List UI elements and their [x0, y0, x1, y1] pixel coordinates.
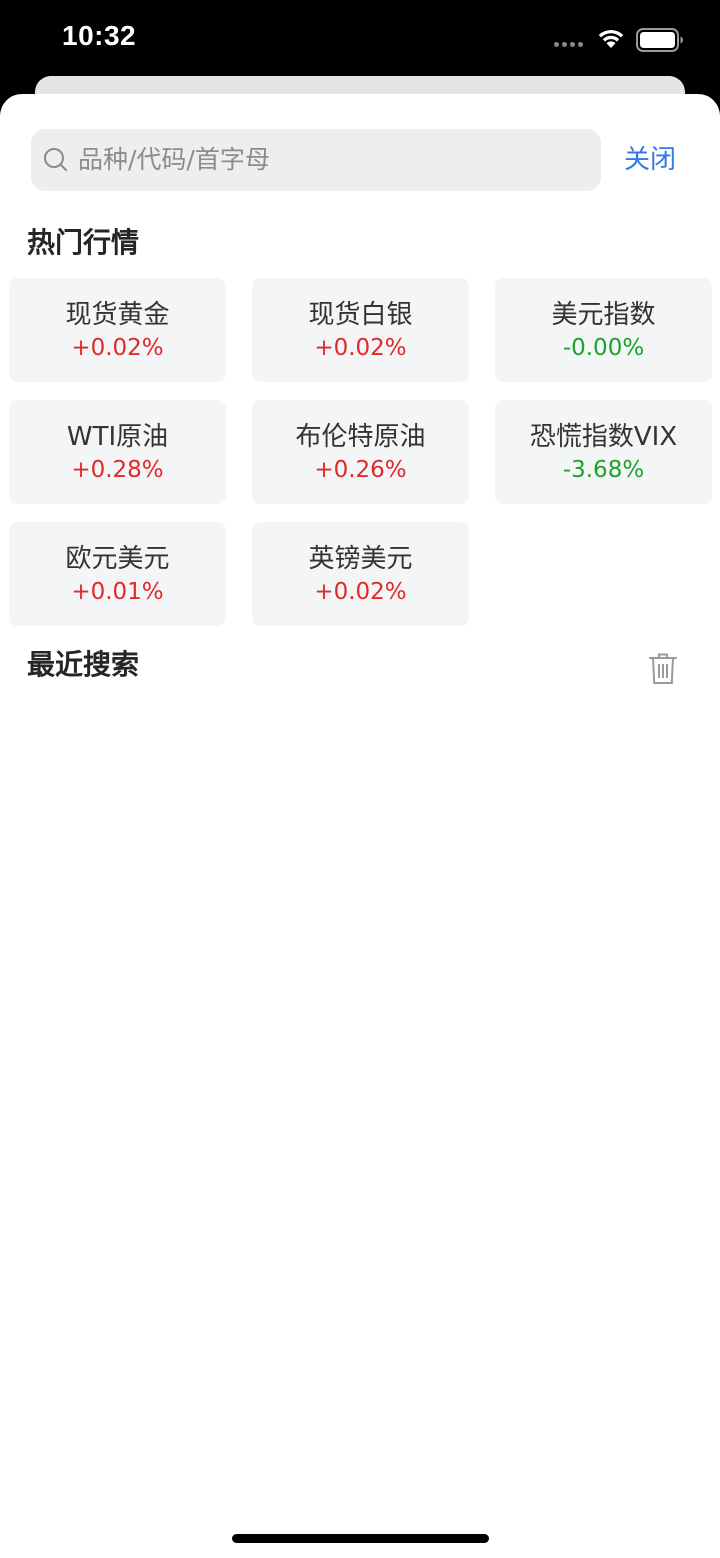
- quote-change: -3.68%: [562, 456, 645, 483]
- quote-tile[interactable]: 现货白银 +0.02%: [252, 278, 469, 382]
- quote-change: +0.02%: [314, 334, 407, 361]
- quote-change: -0.00%: [562, 334, 645, 361]
- quote-tile[interactable]: 布伦特原油 +0.26%: [252, 400, 469, 504]
- quote-name: 现货白银: [308, 299, 413, 330]
- quote-change: +0.26%: [314, 456, 407, 483]
- close-button[interactable]: 关闭: [624, 140, 676, 180]
- quote-change: +0.02%: [71, 334, 164, 361]
- quote-tile[interactable]: WTI原油 +0.28%: [9, 400, 226, 504]
- quote-name: 欧元美元: [65, 543, 170, 574]
- search-input[interactable]: 品种/代码/首字母: [31, 129, 601, 191]
- quote-name: 恐慌指数VIX: [529, 421, 678, 452]
- quote-change: +0.28%: [71, 456, 164, 483]
- quote-name: 布伦特原油: [295, 421, 426, 452]
- quote-name: 美元指数: [551, 299, 656, 330]
- recent-search-title: 最近搜索: [27, 648, 140, 681]
- search-sheet: 品种/代码/首字母 关闭 热门行情 现货黄金 +0.02% 现货白银 +0.02…: [0, 94, 720, 1558]
- quote-tile[interactable]: 恐慌指数VIX -3.68%: [495, 400, 712, 504]
- battery-icon: [636, 28, 683, 52]
- quote-tile[interactable]: 美元指数 -0.00%: [495, 278, 712, 382]
- status-bar: 10:32: [0, 0, 720, 80]
- hot-quotes-title: 热门行情: [27, 226, 140, 259]
- search-placeholder: 品种/代码/首字母: [78, 145, 270, 174]
- quote-tile[interactable]: 英镑美元 +0.02%: [252, 522, 469, 626]
- quote-change: +0.02%: [314, 578, 407, 605]
- home-indicator: [232, 1534, 489, 1543]
- quote-tile[interactable]: 欧元美元 +0.01%: [9, 522, 226, 626]
- quote-name: 现货黄金: [65, 299, 170, 330]
- screen: 10:32 品种/代码/首字母 关闭 热门行情 现货黄金 +0.02% 现货白银…: [0, 0, 720, 1558]
- hot-quotes-grid: 现货黄金 +0.02% 现货白银 +0.02% 美元指数 -0.00% WTI原…: [9, 278, 712, 626]
- quote-change: +0.01%: [71, 578, 164, 605]
- quote-name: 英镑美元: [308, 543, 413, 574]
- search-icon: [44, 148, 67, 171]
- quote-name: WTI原油: [66, 421, 169, 452]
- status-time: 10:32: [62, 20, 137, 51]
- trash-icon[interactable]: [648, 652, 678, 686]
- wifi-icon: [598, 30, 624, 48]
- cellular-signal-icon: [554, 42, 583, 47]
- quote-tile[interactable]: 现货黄金 +0.02%: [9, 278, 226, 382]
